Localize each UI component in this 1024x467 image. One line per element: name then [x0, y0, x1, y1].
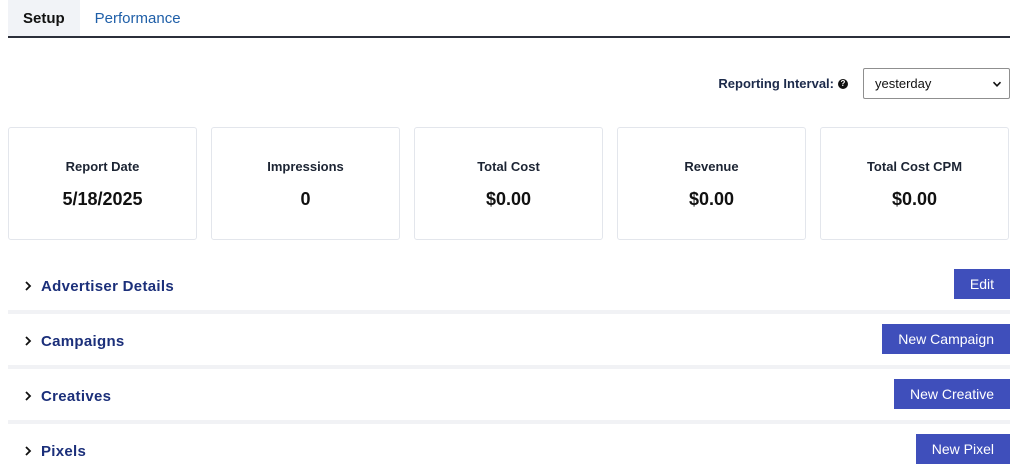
section-creatives: Creatives New Creative — [8, 378, 1010, 424]
tab-setup[interactable]: Setup — [8, 0, 80, 36]
stat-value: 5/18/2025 — [62, 189, 143, 209]
section-toggle-advertiser-details[interactable]: Advertiser Details — [8, 268, 174, 304]
section-campaigns: Campaigns New Campaign — [8, 323, 1010, 369]
tab-bar: Setup Performance — [8, 0, 1010, 38]
section-toggle-creatives[interactable]: Creatives — [8, 378, 111, 414]
stat-label: Report Date — [65, 159, 140, 174]
section-advertiser-details: Advertiser Details Edit — [8, 268, 1010, 314]
reporting-interval-select[interactable]: yesterday — [863, 68, 1010, 99]
stats-row: Report Date 5/18/2025 Impressions 0 Tota… — [8, 127, 1010, 240]
stat-card-impressions: Impressions 0 — [211, 127, 400, 240]
stat-value: $0.00 — [485, 189, 532, 209]
section-title: Pixels — [41, 442, 87, 460]
section-pixels: Pixels New Pixel — [8, 433, 1010, 467]
chevron-right-icon — [25, 281, 32, 291]
chevron-right-icon — [25, 446, 32, 456]
stat-label: Total Cost CPM — [866, 159, 963, 174]
question-circle-icon[interactable]: ? — [838, 78, 848, 89]
stat-label: Impressions — [267, 159, 344, 174]
stat-card-report-date: Report Date 5/18/2025 — [8, 127, 197, 240]
section-toggle-pixels[interactable]: Pixels — [8, 433, 86, 467]
new-campaign-button[interactable]: New Campaign — [882, 324, 1010, 354]
tab-performance[interactable]: Performance — [80, 0, 196, 36]
stat-card-revenue: Revenue $0.00 — [617, 127, 806, 240]
new-creative-button[interactable]: New Creative — [893, 379, 1010, 409]
section-toggle-campaigns[interactable]: Campaigns — [8, 323, 125, 359]
section-title: Campaigns — [41, 332, 125, 350]
stat-value: $0.00 — [688, 189, 735, 209]
chevron-right-icon — [25, 336, 32, 346]
stat-card-total-cost: Total Cost $0.00 — [414, 127, 603, 240]
stat-value: 0 — [300, 189, 311, 209]
reporting-interval-value: yesterday — [875, 76, 932, 91]
tab-performance-label: Performance — [94, 9, 181, 27]
section-title: Creatives — [41, 387, 112, 405]
section-title: Advertiser Details — [41, 277, 174, 295]
stat-value: $0.00 — [891, 189, 938, 209]
tab-setup-label: Setup — [23, 9, 65, 27]
reporting-interval-label: Reporting Interval: — [718, 76, 834, 91]
stat-label: Total Cost — [477, 159, 540, 174]
stat-label: Revenue — [684, 159, 739, 174]
edit-advertiser-button[interactable]: Edit — [953, 269, 1010, 299]
chevron-down-icon — [992, 81, 1002, 87]
advertiser-setup-page: Setup Performance Reporting Interval: ? … — [0, 0, 1024, 467]
reporting-interval: Reporting Interval: ? yesterday — [718, 67, 1010, 100]
chevron-right-icon — [25, 391, 32, 401]
new-pixel-button[interactable]: New Pixel — [915, 434, 1010, 464]
stat-card-total-cost-cpm: Total Cost CPM $0.00 — [820, 127, 1009, 240]
